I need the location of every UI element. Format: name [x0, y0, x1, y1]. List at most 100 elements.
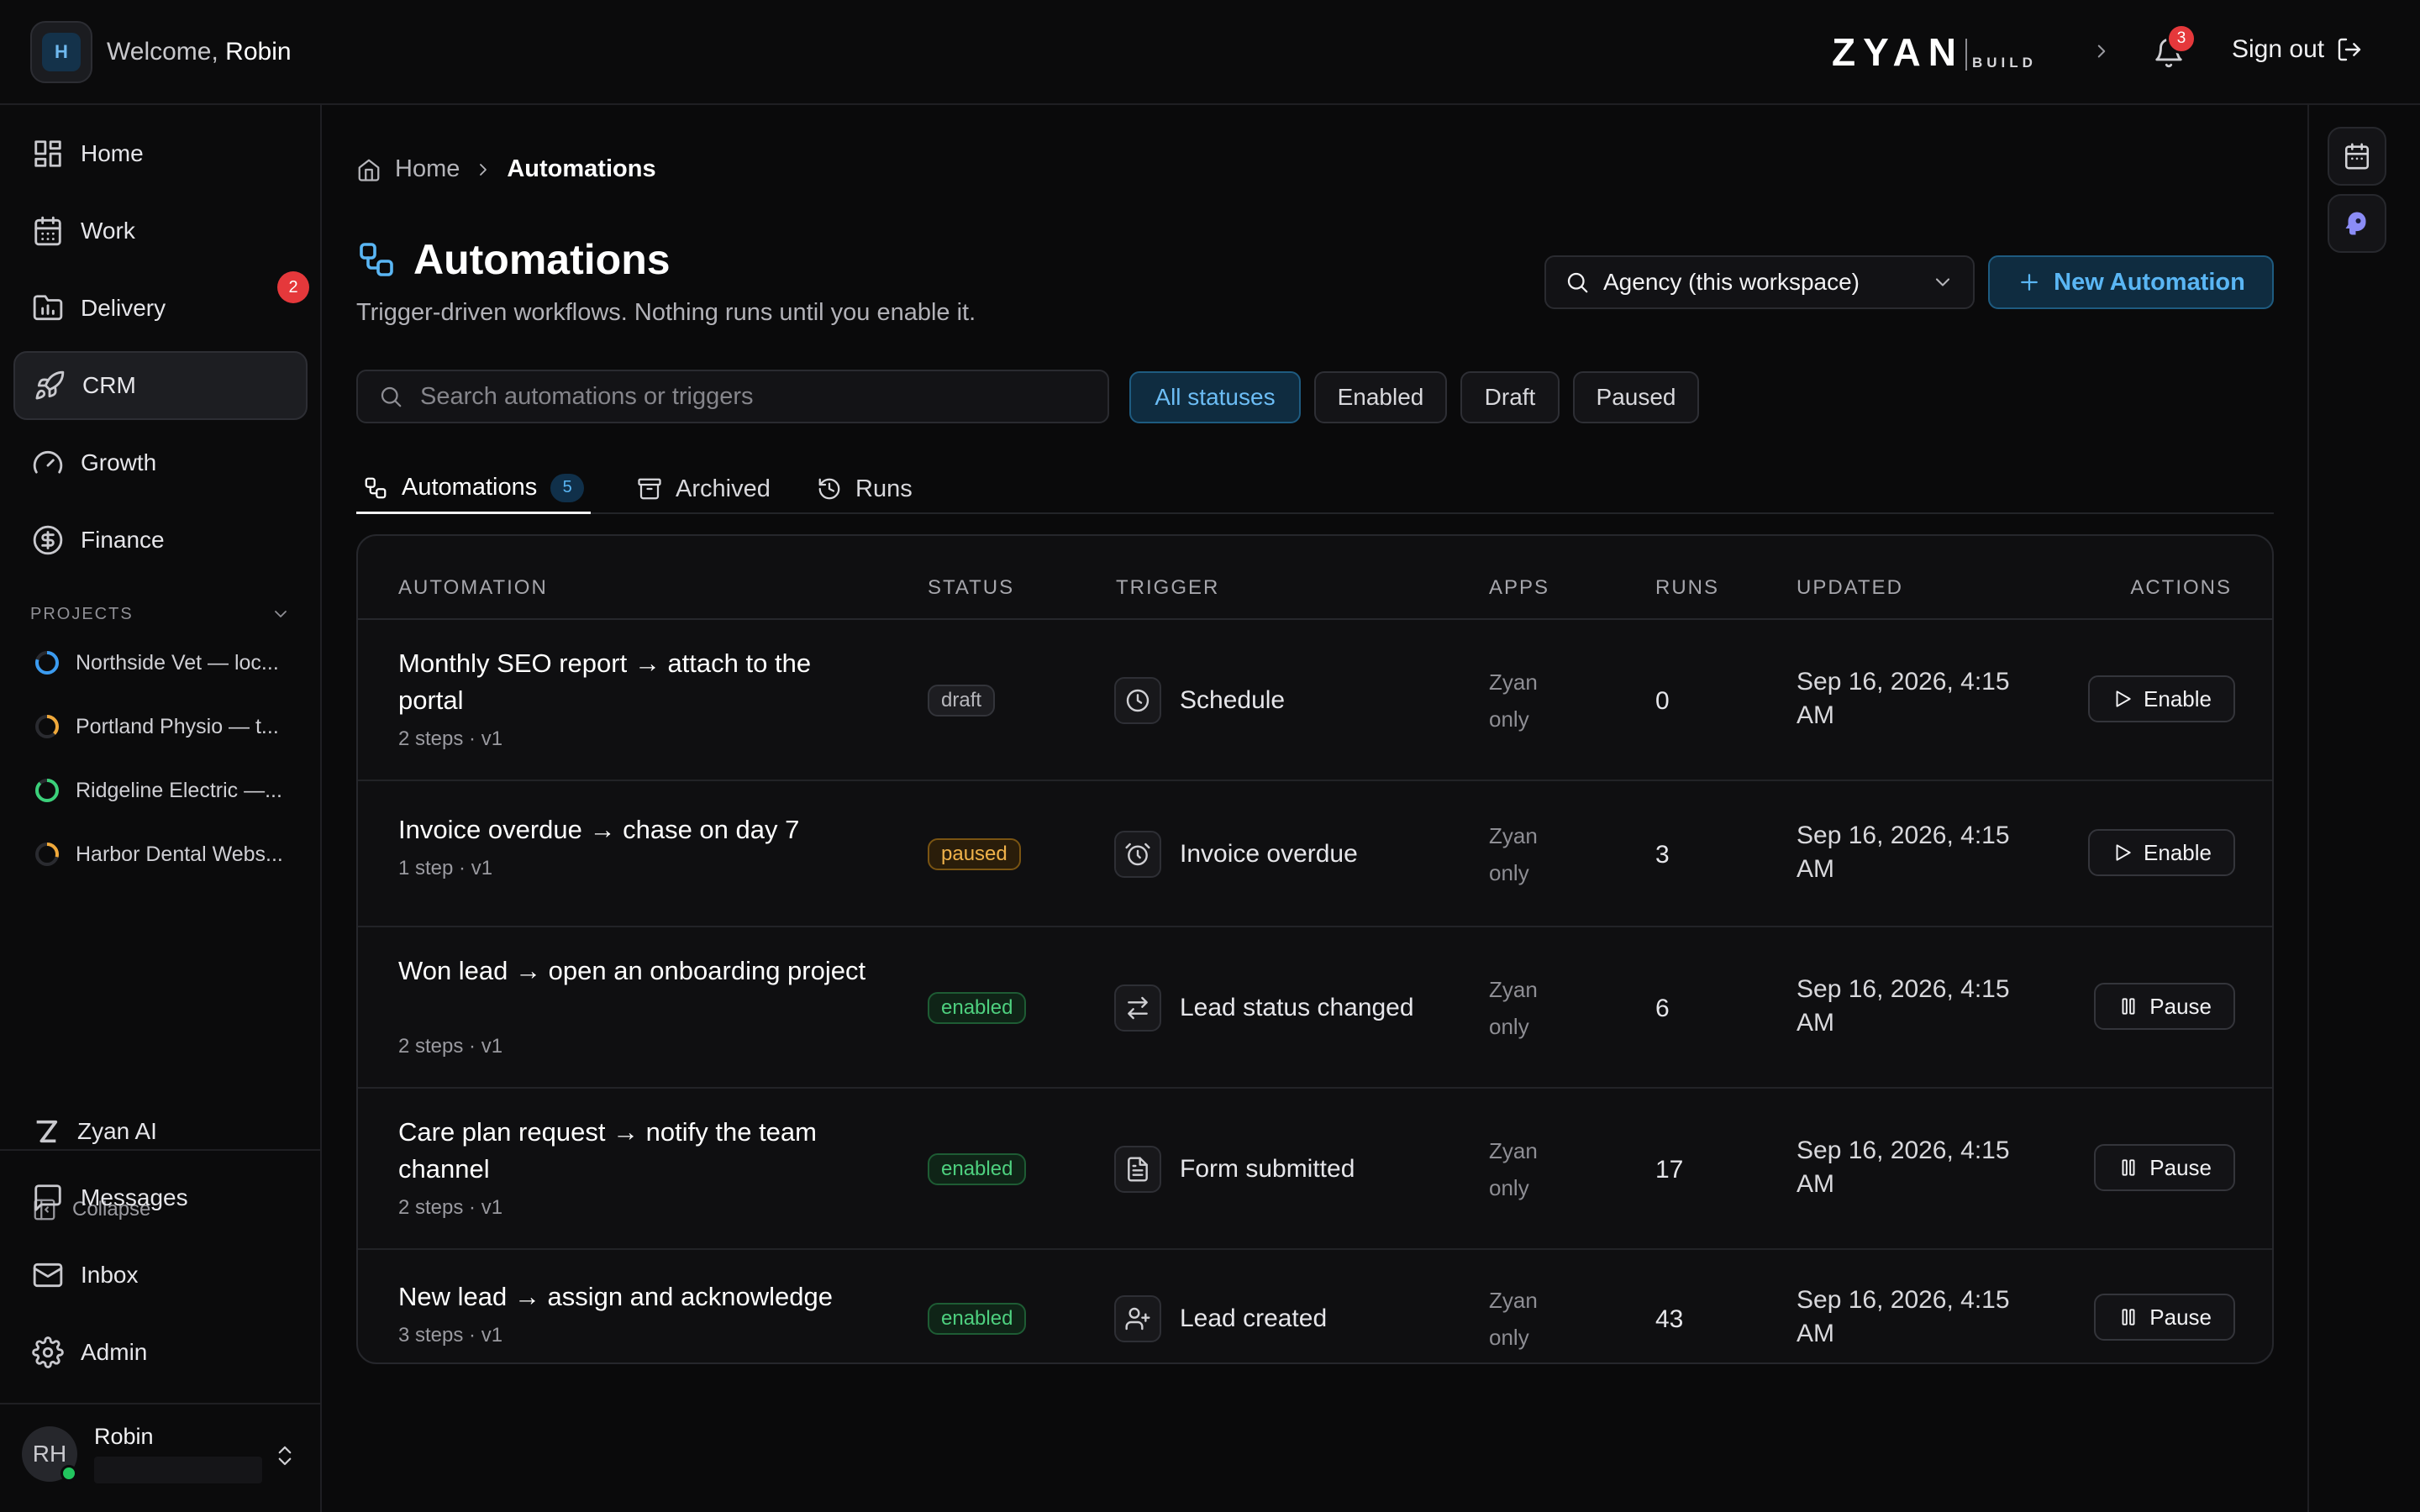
trigger-label: Lead status changed	[1180, 994, 1414, 1021]
delivery-badge: 2	[277, 271, 309, 303]
assistant-rail-button[interactable]	[2328, 194, 2386, 253]
sidebar-item-delivery[interactable]: Delivery	[13, 274, 308, 343]
automation-name[interactable]: Invoice overdue → chase on day 7	[398, 811, 869, 848]
tab-runs[interactable]: Runs	[817, 464, 913, 514]
search-field[interactable]	[356, 370, 1109, 423]
pause-button[interactable]: Pause	[2094, 1294, 2235, 1341]
project-item[interactable]: Northside Vet — loc...	[34, 649, 294, 676]
project-label: Harbor Dental Webs...	[76, 842, 283, 866]
filter-all-statuses[interactable]: All statuses	[1129, 371, 1301, 423]
enable-button[interactable]: Enable	[2088, 829, 2235, 876]
dashboard-icon	[34, 140, 61, 167]
tab-archived[interactable]: Archived	[637, 464, 771, 514]
pause-button[interactable]: Pause	[2094, 983, 2235, 1030]
projects-header[interactable]: PROJECTS	[30, 604, 291, 624]
brand-separator	[1965, 39, 1967, 71]
trigger-label: Schedule	[1180, 686, 1286, 714]
breadcrumb-home[interactable]: Home	[395, 155, 460, 183]
progress-ring-icon	[35, 715, 59, 738]
trigger-cell: Form submitted	[1114, 1146, 1355, 1193]
home-icon[interactable]	[356, 157, 381, 182]
sidebar-item-label: Admin	[81, 1339, 148, 1365]
automation-meta: 2 steps · v1	[398, 1035, 503, 1058]
automation-name[interactable]: Monthly SEO report → attach to the porta…	[398, 645, 869, 719]
automation-name[interactable]: Won lead → open an onboarding project	[398, 953, 869, 990]
sidebar-item-crm[interactable]: CRM	[13, 351, 308, 420]
search-icon	[381, 386, 402, 407]
user-menu[interactable]: RH Robin	[22, 1424, 262, 1483]
trigger-cell: Invoice overdue	[1114, 831, 1358, 878]
sidebar-item-admin[interactable]: Admin	[13, 1318, 308, 1387]
filter-enabled[interactable]: Enabled	[1314, 371, 1447, 423]
filter-draft[interactable]: Draft	[1460, 371, 1560, 423]
scope-select-value: Agency (this workspace)	[1603, 269, 1860, 295]
sidebar-item-messages[interactable]: Messages	[13, 1163, 308, 1232]
column-header-apps[interactable]: APPS	[1489, 576, 1549, 600]
avatar: RH	[22, 1425, 77, 1482]
top-bar: H Welcome, Robin ZYAN BUILD 3 Sign out	[0, 0, 2420, 105]
message-icon	[34, 1184, 61, 1211]
sidebar-item-home[interactable]: Home	[13, 119, 308, 188]
scope-select[interactable]: Agency (this workspace)	[1544, 255, 1975, 309]
automation-name[interactable]: Care plan request → notify the team chan…	[398, 1114, 869, 1188]
search-input[interactable]	[420, 382, 1076, 411]
sidebar: Home Work Delivery 2 CRM Growth Finance …	[0, 105, 322, 1512]
tab-label: Runs	[855, 475, 913, 502]
dollar-circle-icon	[33, 525, 63, 555]
table-row[interactable]: Won lead → open an onboarding project 2 …	[358, 927, 2272, 1089]
column-header-runs[interactable]: RUNS	[1655, 576, 1719, 600]
column-header-automation[interactable]: AUTOMATION	[398, 576, 548, 600]
project-item[interactable]: Harbor Dental Webs...	[34, 841, 294, 868]
gauge-icon	[33, 450, 63, 474]
tab-bar: Automations 5 Archived Runs	[356, 454, 2274, 514]
sidebar-item-label: CRM	[82, 372, 136, 398]
brand-logo[interactable]: ZYAN BUILD	[1832, 33, 2037, 71]
workspace-switcher[interactable]: H	[30, 21, 92, 83]
zyan-ai-button[interactable]: Zyan AI	[32, 1117, 157, 1146]
filter-paused[interactable]: Paused	[1573, 371, 1699, 423]
pause-icon	[2122, 998, 2135, 1015]
workspace-initial: H	[42, 33, 81, 71]
sign-out-button[interactable]: Sign out	[2232, 35, 2363, 64]
column-header-updated[interactable]: UPDATED	[1797, 576, 1903, 600]
trigger-label: Invoice overdue	[1180, 840, 1358, 868]
sidebar-item-label: Delivery	[81, 295, 166, 321]
chevron-right-icon[interactable]	[2091, 40, 2112, 62]
alarm-icon	[1114, 831, 1161, 878]
table-row[interactable]: Invoice overdue → chase on day 7 1 step …	[358, 781, 2272, 927]
column-header-status[interactable]: STATUS	[928, 576, 1014, 600]
calendar-rail-button[interactable]	[2328, 127, 2386, 186]
column-header-trigger[interactable]: TRIGGER	[1116, 576, 1219, 600]
automation-name[interactable]: New lead → assign and acknowledge	[398, 1278, 869, 1315]
table-row[interactable]: Care plan request → notify the team chan…	[358, 1089, 2272, 1250]
table-row[interactable]: New lead → assign and acknowledge 3 step…	[358, 1250, 2272, 1362]
notification-badge: 3	[2166, 24, 2196, 54]
sidebar-item-finance[interactable]: Finance	[13, 506, 308, 575]
calendar-icon	[34, 216, 61, 246]
sidebar-item-inbox[interactable]: Inbox	[13, 1241, 308, 1310]
zyan-ai-label: Zyan AI	[77, 1118, 157, 1144]
apps-value: Zyan only	[1489, 669, 1538, 732]
plus-icon	[2021, 274, 2039, 291]
project-item[interactable]: Ridgeline Electric —...	[34, 777, 294, 804]
project-item[interactable]: Portland Physio — t...	[34, 713, 294, 740]
sidebar-item-growth[interactable]: Growth	[13, 428, 308, 497]
tab-count-badge: 5	[550, 473, 585, 502]
search-icon	[1567, 272, 1588, 293]
sidebar-item-work[interactable]: Work	[13, 197, 308, 265]
sidebar-item-label: Inbox	[81, 1262, 139, 1288]
tab-label: Automations	[402, 474, 538, 501]
updated-date: Sep 16, 2026, 4:15 AM	[1797, 822, 2010, 883]
automation-meta: 3 steps · v1	[398, 1324, 503, 1347]
action-label: Pause	[2149, 993, 2212, 1019]
tab-automations[interactable]: Automations 5	[356, 464, 592, 514]
tab-label: Archived	[676, 475, 771, 502]
trigger-label: Lead created	[1180, 1305, 1328, 1332]
pause-button[interactable]: Pause	[2094, 1144, 2235, 1191]
progress-ring-icon	[35, 843, 59, 866]
new-automation-button[interactable]: New Automation	[1988, 255, 2274, 309]
chevrons-up-down-icon[interactable]	[272, 1443, 297, 1468]
table-row[interactable]: Monthly SEO report → attach to the porta…	[358, 620, 2272, 781]
welcome-text: Welcome, Robin	[107, 38, 292, 66]
enable-button[interactable]: Enable	[2088, 675, 2235, 722]
